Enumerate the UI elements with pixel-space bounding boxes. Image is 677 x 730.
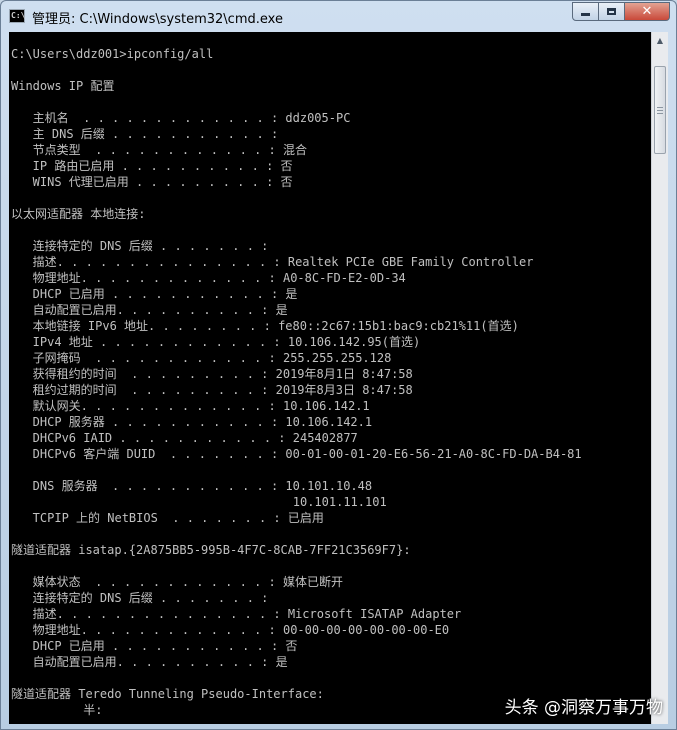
console-line: 10.101.11.101 (11, 495, 387, 509)
vertical-scrollbar[interactable]: ▲ (651, 32, 668, 724)
console-line: 媒体状态 . . . . . . . . . . . . : 媒体已断开 (11, 575, 343, 589)
console-line: 隧道适配器 isatap.{2A875BB5-995B-4F7C-8CAB-7F… (11, 543, 411, 557)
console-line: C:\Users\ddz001>ipconfig/all (11, 47, 214, 61)
maximize-icon (607, 8, 616, 15)
close-icon: ✕ (641, 4, 653, 19)
console-line: TCPIP 上的 NetBIOS . . . . . . . : 已启用 (11, 511, 324, 525)
scroll-grip-line (657, 110, 663, 111)
console-line: IPv4 地址 . . . . . . . . . . . . : 10.106… (11, 335, 421, 349)
console-output[interactable]: C:\Users\ddz001>ipconfig/all Windows IP 配… (9, 32, 651, 724)
console-line: 租约过期的时间 . . . . . . . . . : 2019年8月3日 8:… (11, 383, 413, 397)
console-line: IP 路由已启用 . . . . . . . . . . : 否 (11, 159, 293, 173)
scroll-grip-line (657, 107, 663, 108)
minimize-button[interactable] (572, 2, 599, 21)
console-lines: C:\Users\ddz001>ipconfig/all Windows IP 配… (11, 46, 582, 718)
title-bar[interactable]: C:\ 管理员: C:\Windows\system32\cmd.exe ✕ (1, 1, 676, 33)
console-line: 默认网关. . . . . . . . . . . . . : 10.106.1… (11, 399, 370, 413)
console-line: 物理地址. . . . . . . . . . . . . : 00-00-00… (11, 623, 450, 637)
console-line: 自动配置已启用. . . . . . . . . . : 是 (11, 303, 288, 317)
console-line: 节点类型 . . . . . . . . . . . . : 混合 (11, 143, 307, 157)
console-line: DHCPv6 IAID . . . . . . . . . . . : 2454… (11, 431, 358, 445)
minimize-icon (581, 13, 590, 16)
cmd-window: C:\ 管理员: C:\Windows\system32\cmd.exe ✕ C… (0, 0, 677, 730)
close-button[interactable]: ✕ (625, 2, 670, 21)
scroll-thumb[interactable] (654, 66, 666, 154)
scroll-grip-line (657, 113, 663, 114)
console-line: 描述. . . . . . . . . . . . . . . : Realte… (11, 255, 534, 269)
cmd-icon[interactable]: C:\ (9, 9, 25, 23)
console-line: 描述. . . . . . . . . . . . . . . : Micros… (11, 607, 462, 621)
console-line: 本地链接 IPv6 地址. . . . . . . . : fe80::2c67… (11, 319, 519, 333)
watermark-text: 头条 @洞察万事万物 (504, 698, 663, 718)
console-line: 以太网适配器 本地连接: (11, 207, 146, 221)
window-title: 管理员: C:\Windows\system32\cmd.exe (32, 12, 283, 27)
console-line: DHCP 服务器 . . . . . . . . . . . : 10.106.… (11, 415, 373, 429)
console-line: 物理地址. . . . . . . . . . . . . : A0-8C-FD… (11, 271, 406, 285)
console-line: 获得租约的时间 . . . . . . . . . : 2019年8月1日 8:… (11, 367, 413, 381)
console-line: 连接特定的 DNS 后缀 . . . . . . . : (11, 239, 269, 253)
console-line: DNS 服务器 . . . . . . . . . . . : 10.101.1… (11, 479, 373, 493)
console-line: 子网掩码 . . . . . . . . . . . . : 255.255.2… (11, 351, 392, 365)
console-line: Windows IP 配置 (11, 79, 115, 93)
console-line: 主机名 . . . . . . . . . . . . . : ddz005-P… (11, 111, 351, 125)
console-line: DHCP 已启用 . . . . . . . . . . . : 是 (11, 287, 298, 301)
console-line: 隧道适配器 Teredo Tunneling Pseudo-Interface: (11, 687, 324, 701)
console-line: DHCPv6 客户端 DUID . . . . . . . : 00-01-00… (11, 447, 582, 461)
scroll-up-button[interactable]: ▲ (652, 32, 668, 49)
console-line: 半: (11, 703, 103, 717)
maximize-button[interactable] (599, 2, 625, 21)
console-line: 自动配置已启用. . . . . . . . . . : 是 (11, 655, 288, 669)
console-line: DHCP 已启用 . . . . . . . . . . . : 否 (11, 639, 298, 653)
console-line: 连接特定的 DNS 后缀 . . . . . . . : (11, 591, 269, 605)
window-controls: ✕ (572, 2, 670, 21)
scroll-up-arrow-icon: ▲ (656, 36, 664, 45)
console-line: 主 DNS 后缀 . . . . . . . . . . . : (11, 127, 279, 141)
console-line: WINS 代理已启用 . . . . . . . . . : 否 (11, 175, 293, 189)
